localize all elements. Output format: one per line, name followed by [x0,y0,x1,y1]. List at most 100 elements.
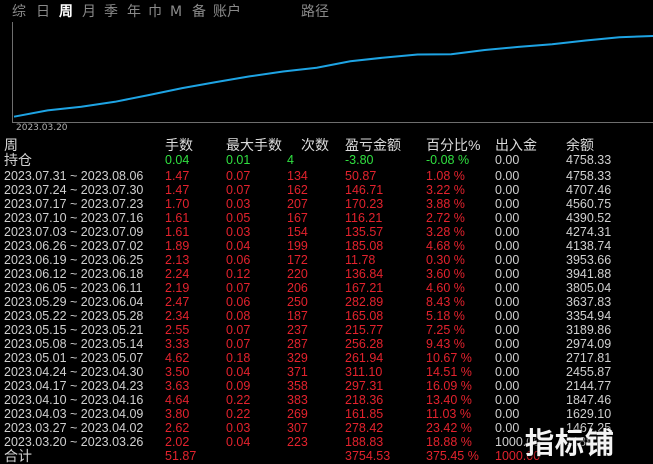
cell-max-lots: 0.07 [226,169,251,183]
cell-pl: 282.89 [345,295,384,309]
table-row[interactable]: 2023.07.31 ~ 2023.08.06 1.47 0.07 134 50.87 1… [0,169,653,184]
cell-lots: 4.62 [165,351,190,365]
cell-count: 162 [287,183,308,197]
table-row[interactable]: 2023.06.12 ~ 2023.06.18 2.24 0.12 220 136.84… [0,267,653,282]
table-row[interactable]: 2023.07.03 ~ 2023.07.09 1.61 0.03 154 135.57… [0,225,653,240]
tab-0[interactable]: 综 [12,3,26,21]
cell-lots: 1.61 [165,225,190,239]
holding-pl: -3.80 [345,153,374,167]
cell-max-lots: 0.04 [226,239,251,253]
cell-deposit: 0.00 [495,379,520,393]
cell-count: 287 [287,337,308,351]
cell-max-lots: 0.04 [226,365,251,379]
cell-balance: 3189.86 [566,323,612,337]
cell-lots: 2.62 [165,421,190,435]
cell-week: 2023.06.05 ~ 2023.06.11 [4,281,143,295]
table-row[interactable]: 2023.04.10 ~ 2023.04.16 4.64 0.22 383 218.36… [0,393,653,408]
table-row[interactable]: 2023.05.29 ~ 2023.06.04 2.47 0.06 250 282.89… [0,295,653,310]
table-row[interactable]: 2023.07.10 ~ 2023.07.16 1.61 0.05 167 116.21… [0,211,653,226]
cell-pct: 4.60 % [426,281,465,295]
cell-pct: 0.30 % [426,253,465,267]
cell-count: 167 [287,211,308,225]
cell-week: 2023.07.10 ~ 2023.07.16 [4,211,144,225]
table-row[interactable]: 2023.07.17 ~ 2023.07.23 1.70 0.03 207 170.23… [0,197,653,212]
tab-7[interactable]: M [170,3,182,21]
cell-pct: 14.51 % [426,365,472,379]
cell-deposit: 0.00 [495,351,520,365]
cell-pct: 10.67 % [426,351,472,365]
tab-6[interactable]: 巾 [148,3,162,21]
cell-deposit: 0.00 [495,239,520,253]
cell-deposit: 0.00 [495,421,520,435]
cell-pl: 116.21 [345,211,383,225]
holding-row[interactable]: 持仓 0.04 0.01 4 -3.80 -0.08 % 0.00 4758.3… [0,153,653,169]
cell-balance: 3637.83 [566,295,612,309]
watermark-logo: 指标铺 [525,426,616,460]
header-pl[interactable]: 盈亏金额 [345,136,401,154]
cell-max-lots: 0.07 [226,281,251,295]
header-balance[interactable]: 余额 [566,136,594,154]
header-percent[interactable]: 百分比% [426,136,480,154]
cell-count: 307 [287,421,308,435]
period-tab-bar: 综日周月季年巾 M 备账户 路径 [0,0,653,24]
tab-8[interactable]: 备 [192,3,206,21]
table-row[interactable]: 2023.04.24 ~ 2023.04.30 3.50 0.04 371 311.10… [0,365,653,380]
cell-pl: 135.57 [345,225,384,239]
cell-lots: 1.47 [165,169,190,183]
header-deposit[interactable]: 出入金 [495,136,537,154]
tab-1[interactable]: 日 [36,3,50,21]
cell-deposit: 0.00 [495,295,520,309]
table-row[interactable]: 2023.06.05 ~ 2023.06.11 2.19 0.07 206 167.21… [0,281,653,296]
total-pl: 3754.53 [345,449,391,463]
cell-pl: 188.83 [345,435,384,449]
table-row[interactable]: 2023.07.24 ~ 2023.07.30 1.47 0.07 162 146.71… [0,183,653,198]
header-count[interactable]: 次数 [301,136,329,154]
table-row[interactable]: 2023.04.17 ~ 2023.04.23 3.63 0.09 358 297.31… [0,379,653,394]
cell-deposit: 0.00 [495,225,520,239]
cell-balance: 2974.09 [566,337,612,351]
table-row[interactable]: 2023.05.22 ~ 2023.05.28 2.34 0.08 187 165.08… [0,309,653,324]
cell-week: 2023.04.10 ~ 2023.04.16 [4,393,144,407]
cell-week: 2023.05.22 ~ 2023.05.28 [4,309,144,323]
cell-week: 2023.04.03 ~ 2023.04.09 [4,407,144,421]
tab-5[interactable]: 年 [127,3,141,21]
header-lots[interactable]: 手数 [165,136,193,154]
cell-balance: 1847.46 [566,393,612,407]
tab-3[interactable]: 月 [82,3,96,21]
cell-pl: 311.10 [345,365,383,379]
cell-week: 2023.07.03 ~ 2023.07.09 [4,225,144,239]
cell-lots: 2.55 [165,323,190,337]
cell-max-lots: 0.07 [226,323,251,337]
cell-lots: 2.47 [165,295,190,309]
cell-balance: 4758.33 [566,169,612,183]
table-row[interactable]: 2023.06.26 ~ 2023.07.02 1.89 0.04 199 185.08… [0,239,653,254]
cell-pct: 7.25 % [426,323,465,337]
cell-max-lots: 0.03 [226,197,251,211]
cell-max-lots: 0.12 [226,267,251,281]
table-row[interactable]: 2023.05.08 ~ 2023.05.14 3.33 0.07 287 256.28… [0,337,653,352]
cell-pct: 11.03 % [426,407,471,421]
cell-lots: 3.80 [165,407,190,421]
cell-balance: 3354.94 [566,309,612,323]
cell-lots: 1.89 [165,239,190,253]
table-row[interactable]: 2023.05.01 ~ 2023.05.07 4.62 0.18 329 261.94… [0,351,653,366]
cell-deposit: 0.00 [495,281,520,295]
table-row[interactable]: 2023.05.15 ~ 2023.05.21 2.55 0.07 237 215.77… [0,323,653,338]
table-row[interactable]: 2023.06.19 ~ 2023.06.25 2.13 0.06 172 11.78 0… [0,253,653,268]
tab-10[interactable]: 路径 [301,3,329,21]
cell-lots: 3.33 [165,337,190,351]
tab-9[interactable]: 账户 [213,3,241,21]
cell-pl: 215.77 [345,323,384,337]
cell-week: 2023.07.31 ~ 2023.08.06 [4,169,144,183]
weekly-stats-table: 周 手数 最大手数 次数 盈亏金额 百分比% 出入金 余额 持仓 0.04 0.… [0,136,653,464]
header-max-lots[interactable]: 最大手数 [226,136,282,154]
cell-pl: 11.78 [345,253,376,267]
cell-pct: 3.60 % [426,267,465,281]
cell-week: 2023.06.26 ~ 2023.07.02 [4,239,144,253]
tab-2[interactable]: 周 [59,3,73,21]
tab-4[interactable]: 季 [104,3,118,21]
cell-count: 383 [287,393,308,407]
cell-count: 223 [287,435,308,449]
cell-pct: 18.88 % [426,435,472,449]
cell-max-lots: 0.03 [226,421,251,435]
